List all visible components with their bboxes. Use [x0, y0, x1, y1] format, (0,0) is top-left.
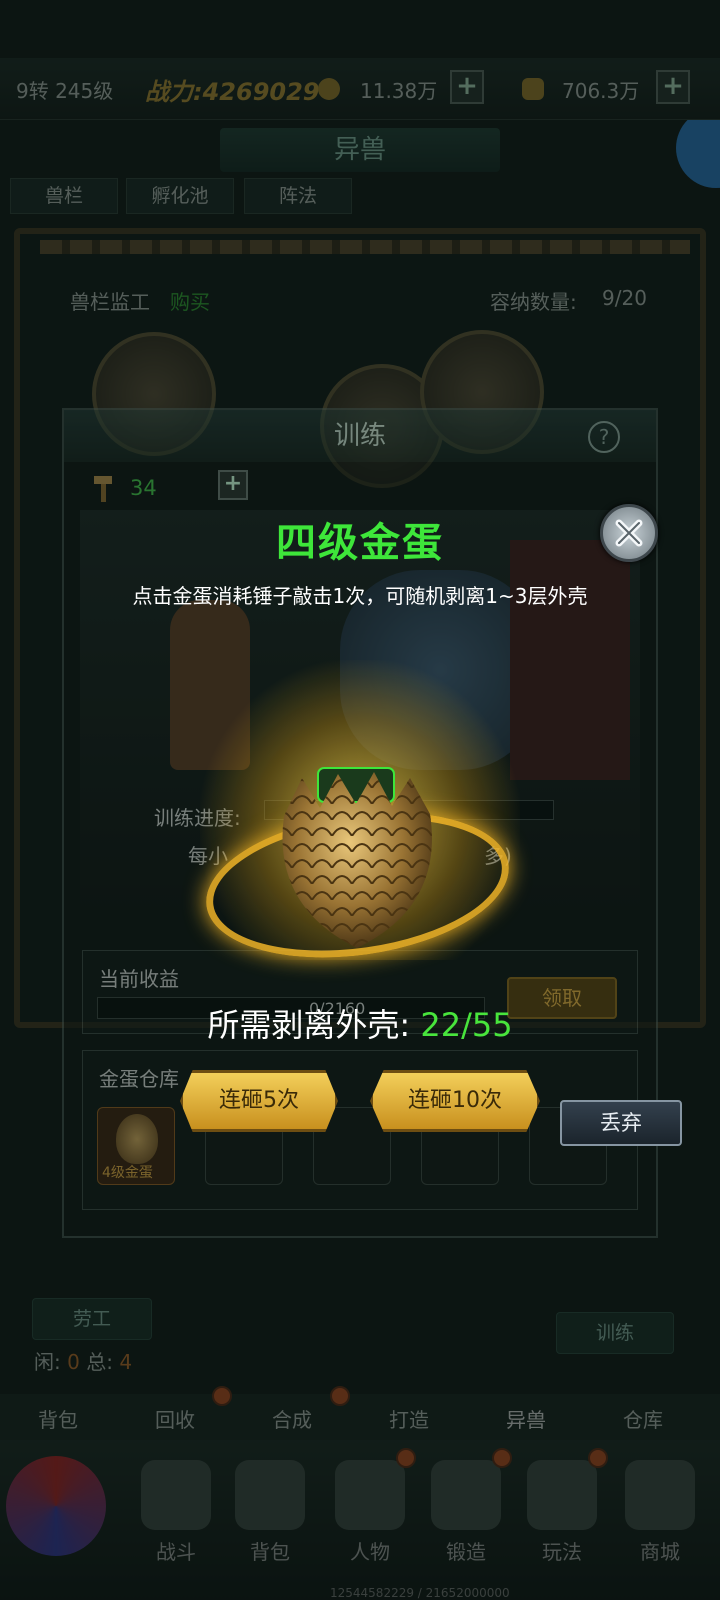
slot-item-label: 4级金蛋: [102, 1165, 153, 1181]
shell-value: 22/55: [420, 1006, 513, 1044]
bag-icon: [235, 1460, 305, 1530]
income-label: 当前收益: [99, 967, 179, 991]
egg-warehouse: 金蛋仓库 (升级兽栏解锁) 4级金蛋: [82, 1050, 638, 1210]
nav-gameplay[interactable]: 玩法: [514, 1460, 610, 1570]
crossed-swords-icon: [141, 1460, 211, 1530]
combat-power: 战力:4269029: [145, 78, 320, 106]
nav-gameplay-label: 玩法: [542, 1540, 582, 1564]
nav-shop-label: 商城: [640, 1540, 680, 1564]
close-button[interactable]: [600, 504, 658, 562]
floating-assistant-bubble[interactable]: [676, 108, 720, 188]
nav-bag-label: 背包: [250, 1540, 290, 1564]
notification-dot: [330, 1386, 350, 1406]
hammer-icon: [92, 474, 116, 504]
nav-battle[interactable]: 战斗: [128, 1460, 224, 1570]
anvil-icon: [431, 1460, 501, 1530]
subtab-warehouse[interactable]: 仓库: [623, 1404, 663, 1433]
tab-hatch-pool[interactable]: 孵化池: [126, 178, 234, 214]
training-title: 训练: [64, 410, 656, 462]
nav-character-label: 人物: [350, 1540, 390, 1564]
idle-value: 0: [67, 1350, 80, 1374]
subtab-recycle[interactable]: 回收: [155, 1404, 195, 1433]
add-hammer-button[interactable]: +: [218, 470, 248, 500]
close-icon: [615, 519, 643, 547]
player-level: 9转 245级: [16, 79, 114, 103]
coin-icon: [318, 78, 340, 100]
warehouse-label: 金蛋仓库: [99, 1067, 179, 1091]
buy-supervisor-link[interactable]: 购买: [170, 286, 210, 315]
notification-dot: [588, 1448, 608, 1468]
capacity-value: 9/20: [602, 286, 647, 310]
shop-icon: [625, 1460, 695, 1530]
currency-1-value: 11.38万: [360, 79, 438, 103]
labor-stats: 闲: 0 总: 4: [34, 1346, 132, 1375]
currency-2-value: 706.3万: [562, 79, 640, 103]
subtab-beast[interactable]: 异兽: [506, 1404, 546, 1433]
tab-formation[interactable]: 阵法: [244, 178, 352, 214]
hammer-count: 34: [130, 476, 157, 500]
labor-button[interactable]: 劳工: [32, 1298, 152, 1340]
supervisor-label: 兽栏监工: [70, 290, 150, 314]
smash-10-button[interactable]: 连砸10次: [370, 1070, 540, 1132]
subtab-synthesize[interactable]: 合成: [272, 1404, 312, 1433]
ingot-icon: [522, 78, 544, 100]
top-status-bar: 9转 245级 战力:4269029 11.38万 + 706.3万 +: [0, 58, 720, 120]
total-label: 总:: [86, 1350, 113, 1374]
exp-footer: 12544582229 / 21652000000: [330, 1586, 510, 1600]
nav-battle-label: 战斗: [156, 1540, 196, 1564]
taiji-icon[interactable]: [6, 1456, 106, 1556]
notification-dot: [212, 1386, 232, 1406]
notification-dot: [396, 1448, 416, 1468]
train-button[interactable]: 训练: [556, 1312, 674, 1354]
tab-pen[interactable]: 兽栏: [10, 178, 118, 214]
helmet-icon: [335, 1460, 405, 1530]
bottom-nav: 战斗 背包 人物 锻造 玩法 商城 12544582229 / 21652000…: [0, 1440, 720, 1600]
add-currency-2-button[interactable]: +: [656, 70, 690, 104]
total-value: 4: [119, 1350, 133, 1374]
nav-shop[interactable]: 商城: [612, 1460, 708, 1570]
golden-egg-icon: [282, 767, 432, 948]
subtab-bag[interactable]: 背包: [38, 1404, 78, 1433]
gate-structure: [510, 540, 630, 780]
dialog-description: 点击金蛋消耗锤子敲击1次，可随机剥离1~3层外壳: [132, 584, 588, 608]
fence-top: [40, 240, 690, 254]
page-title: 异兽: [220, 128, 500, 172]
discard-button[interactable]: 丢弃: [560, 1100, 682, 1146]
shell-requirement: 所需剥离外壳: 22/55: [0, 1000, 720, 1046]
help-icon[interactable]: ?: [588, 421, 620, 453]
nav-forge-label: 锻造: [446, 1540, 486, 1564]
notification-dot: [492, 1448, 512, 1468]
golden-egg[interactable]: [272, 756, 442, 956]
golden-egg-icon: [116, 1114, 158, 1164]
shell-label: 所需剥离外壳:: [207, 1006, 411, 1044]
add-currency-1-button[interactable]: +: [450, 70, 484, 104]
nav-character[interactable]: 人物: [322, 1460, 418, 1570]
smash-5-button[interactable]: 连砸5次: [180, 1070, 338, 1132]
warehouse-slot[interactable]: 4级金蛋: [97, 1107, 175, 1185]
wings-icon: [527, 1460, 597, 1530]
nav-forge[interactable]: 锻造: [418, 1460, 514, 1570]
nav-bag[interactable]: 背包: [222, 1460, 318, 1570]
capacity-label: 容纳数量:: [490, 290, 577, 314]
idle-label: 闲:: [34, 1350, 61, 1374]
sub-tab-bar: 背包 回收 合成 打造 异兽 仓库: [0, 1386, 720, 1440]
subtab-forge[interactable]: 打造: [389, 1404, 429, 1433]
